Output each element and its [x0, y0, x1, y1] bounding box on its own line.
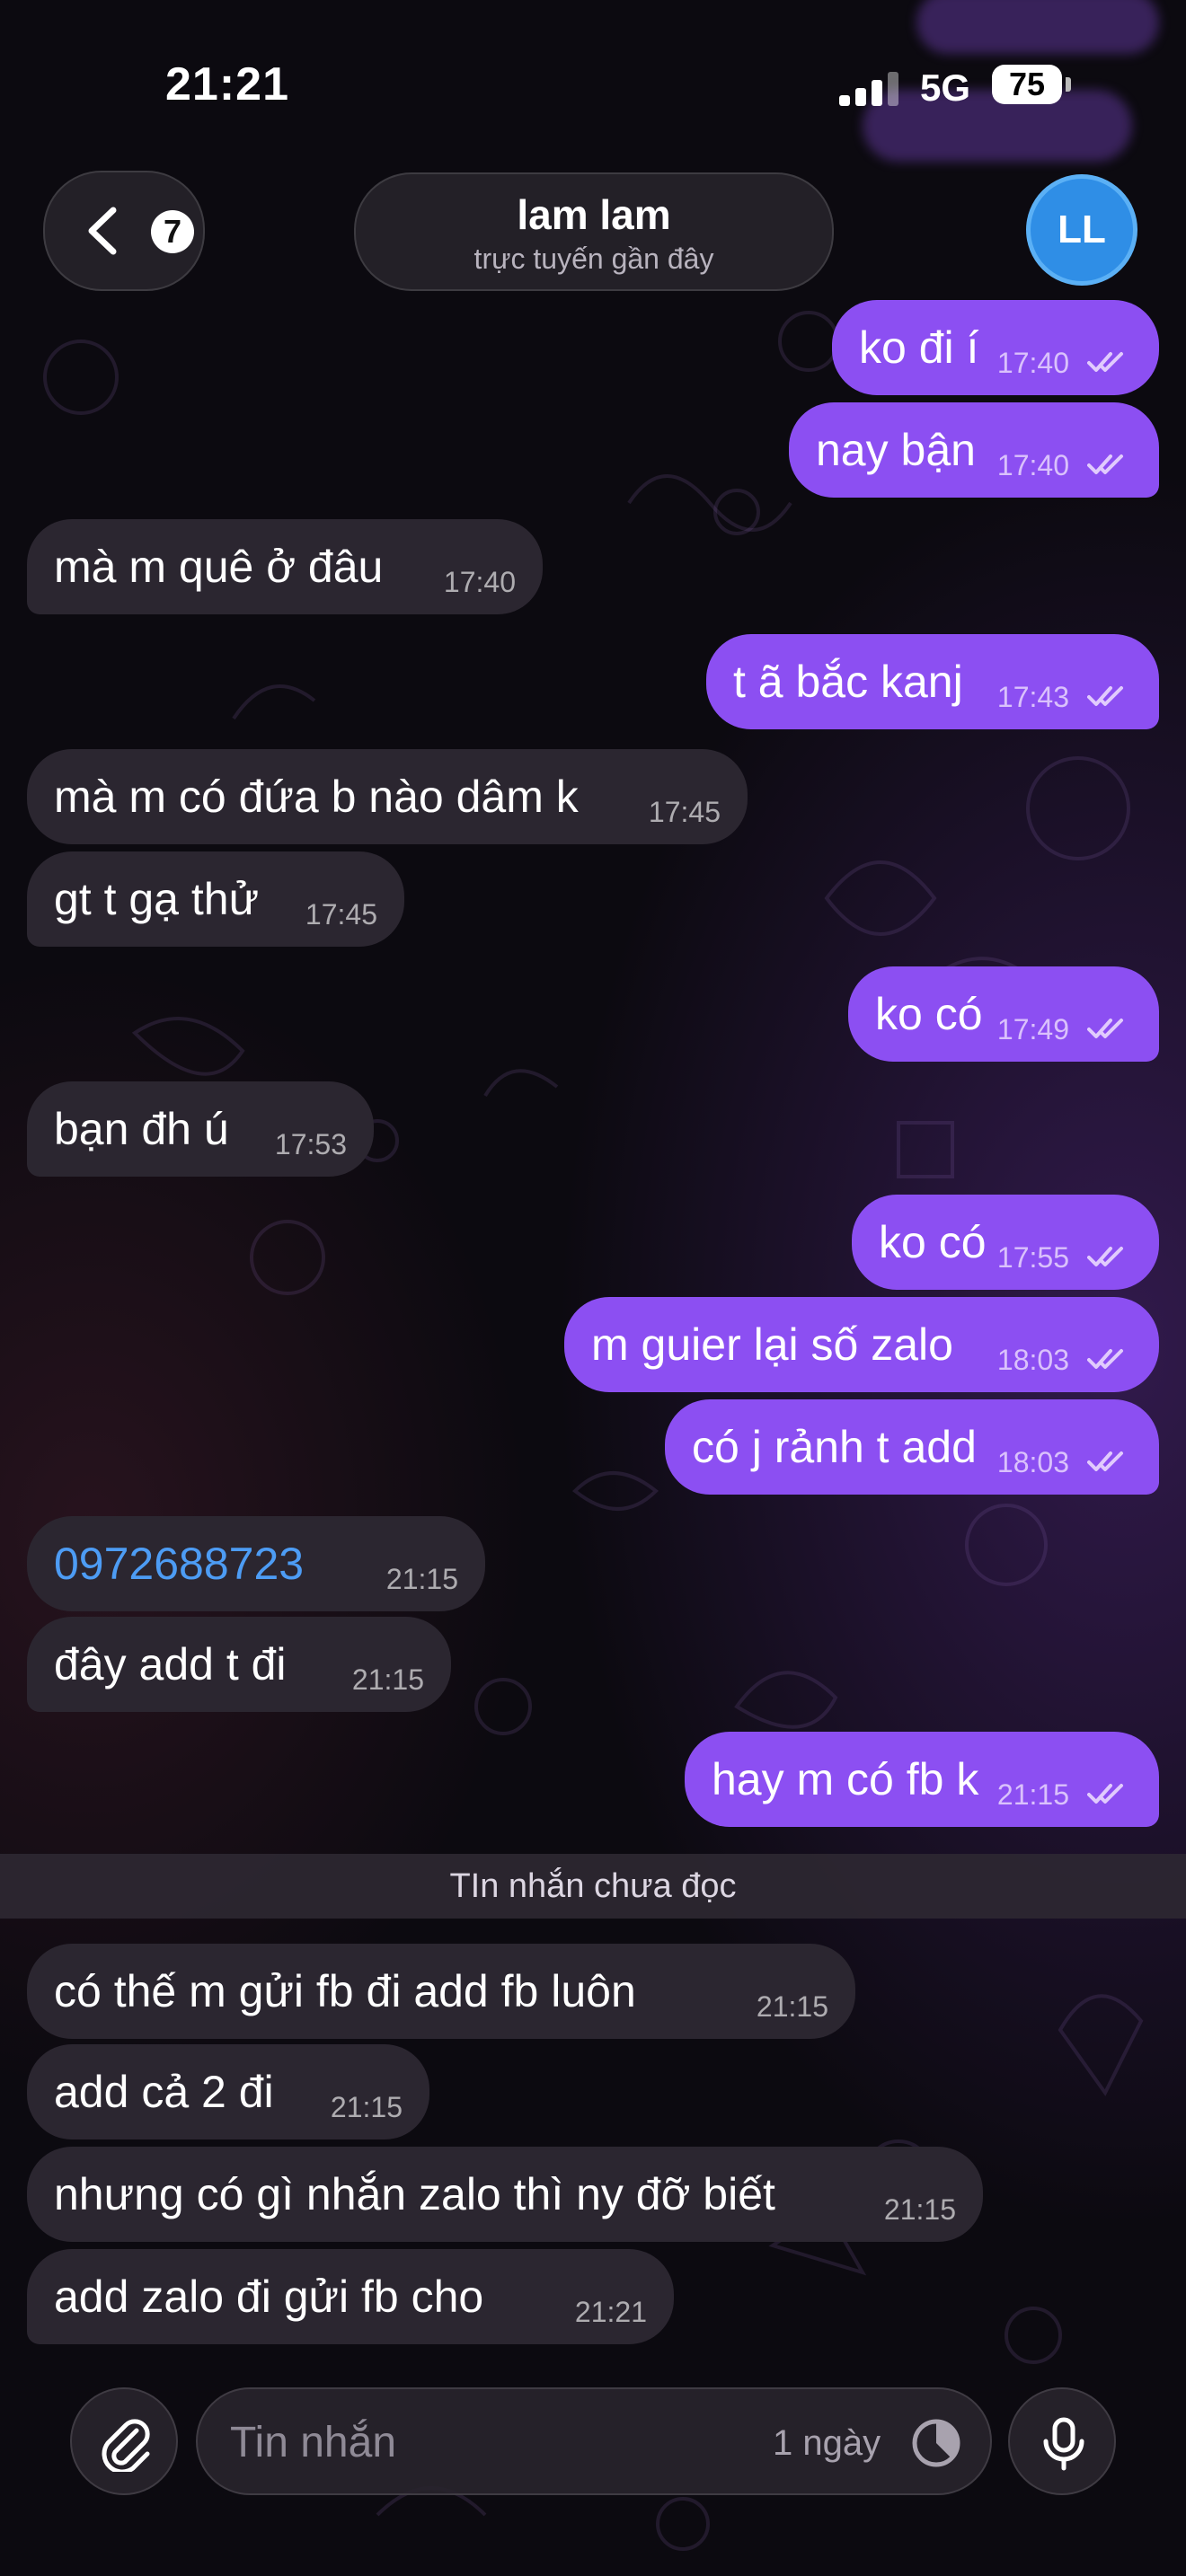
incoming-message[interactable]: gt t gạ thử 17:45: [27, 851, 404, 947]
message-text: nay bận: [816, 425, 976, 475]
battery-tip: [1066, 77, 1071, 92]
message-time: 21:15: [883, 2193, 956, 2226]
message-time: 21:15: [385, 1563, 458, 1595]
paperclip-icon: [102, 2419, 150, 2472]
message-text: mà m quê ở đâu: [54, 542, 384, 592]
timer-icon[interactable]: [907, 2414, 965, 2472]
double-check-icon: [1087, 1349, 1123, 1369]
incoming-message[interactable]: bạn đh ú 17:53: [27, 1081, 374, 1177]
battery-icon: 75: [992, 65, 1062, 104]
message-text: bạn đh ú: [54, 1104, 229, 1154]
message-text: add cả 2 đi: [54, 2067, 274, 2117]
outgoing-message[interactable]: hay m có fb k 21:15: [685, 1732, 1159, 1827]
outgoing-message[interactable]: ko có 17:55: [852, 1195, 1159, 1290]
clock: 21:21: [165, 58, 289, 110]
phone-number-link[interactable]: 0972688723: [54, 1538, 304, 1590]
incoming-message[interactable]: mà m có đứa b nào dâm k 17:45: [27, 749, 748, 844]
message-time: 21:15: [756, 1990, 828, 2023]
chevron-left-icon: [88, 207, 117, 255]
message-text: m guier lại số zalo: [591, 1319, 953, 1370]
contact-status: trực tuyến gần đây: [474, 243, 714, 275]
microphone-icon: [1043, 2417, 1084, 2471]
outgoing-message[interactable]: có j rảnh t add 18:03: [665, 1399, 1159, 1495]
message-time: 17:55: [996, 1241, 1069, 1274]
message-time: 21:15: [996, 1778, 1069, 1811]
message-time: 21:15: [330, 2091, 403, 2123]
incoming-message[interactable]: add zalo đi gửi fb cho 21:21: [27, 2249, 674, 2344]
self-destruct-timer-label[interactable]: 1 ngày: [773, 2423, 881, 2464]
contact-name: lam lam: [517, 191, 671, 238]
incoming-message[interactable]: đây add t đi 21:15: [27, 1617, 451, 1712]
double-check-icon: [1087, 352, 1123, 372]
outgoing-message[interactable]: t ã bắc kanj 17:43: [706, 634, 1159, 729]
message-input[interactable]: [228, 2409, 663, 2475]
message-time: 21:21: [574, 2296, 647, 2328]
message-text: t ã bắc kanj: [733, 657, 963, 707]
network-type: 5G: [920, 66, 971, 109]
message-time: 17:49: [996, 1013, 1069, 1045]
status-bar: 21:21 5G 75: [0, 0, 1186, 171]
unread-count-badge: 7: [151, 210, 194, 253]
message-text: hay m có fb k: [712, 1754, 979, 1804]
message-text: có thế m gửi fb đi add fb luôn: [54, 1966, 636, 2016]
message-time: 21:15: [351, 1663, 424, 1696]
message-text: gt t gạ thử: [54, 874, 260, 924]
message-text: ko có: [879, 1217, 987, 1267]
incoming-message[interactable]: có thế m gửi fb đi add fb luôn 21:15: [27, 1944, 855, 2039]
outgoing-message[interactable]: m guier lại số zalo 18:03: [564, 1297, 1159, 1392]
message-time: 17:40: [443, 566, 516, 598]
message-text: ko có: [875, 989, 983, 1039]
message-time: 17:43: [996, 681, 1069, 713]
outgoing-message[interactable]: ko đi í 17:40: [832, 300, 1159, 395]
double-check-icon: [1087, 454, 1123, 474]
signal-icon: [839, 70, 902, 106]
incoming-message[interactable]: add cả 2 đi 21:15: [27, 2044, 429, 2139]
outgoing-message[interactable]: ko có 17:49: [848, 966, 1159, 1062]
double-check-icon: [1087, 1247, 1123, 1266]
attach-button[interactable]: [70, 2387, 178, 2495]
back-button[interactable]: 7: [43, 171, 205, 291]
message-time: 18:03: [996, 1344, 1069, 1376]
message-text: add zalo đi gửi fb cho: [54, 2272, 484, 2322]
message-time: 17:40: [996, 449, 1069, 481]
double-check-icon: [1087, 686, 1123, 706]
microphone-button[interactable]: [1008, 2387, 1116, 2495]
incoming-message[interactable]: nhưng có gì nhắn zalo thì ny đỡ biết 21:1…: [27, 2147, 983, 2242]
message-text: có j rảnh t add: [692, 1422, 977, 1472]
chat-title[interactable]: lam lam trực tuyến gần đây: [354, 172, 834, 291]
message-text: nhưng có gì nhắn zalo thì ny đỡ biết: [54, 2169, 775, 2219]
message-input-bar[interactable]: 1 ngày: [196, 2387, 992, 2495]
unread-divider: TIn nhắn chưa đọc: [0, 1854, 1186, 1919]
message-text: ko đi í: [859, 322, 979, 373]
message-time: 18:03: [996, 1446, 1069, 1478]
outgoing-message[interactable]: nay bận 17:40: [789, 402, 1159, 498]
message-time: 17:45: [648, 796, 721, 828]
incoming-message[interactable]: mà m quê ở đâu 17:40: [27, 519, 543, 614]
avatar[interactable]: LL: [1026, 174, 1137, 286]
message-time: 17:45: [305, 898, 377, 931]
double-check-icon: [1087, 1784, 1123, 1804]
message-time: 17:40: [996, 347, 1069, 379]
message-time: 17:53: [274, 1128, 347, 1160]
double-check-icon: [1087, 1451, 1123, 1471]
message-text: mà m có đứa b nào dâm k: [54, 772, 579, 822]
incoming-message[interactable]: 0972688723 21:15: [27, 1516, 485, 1611]
double-check-icon: [1087, 1019, 1123, 1038]
message-text: đây add t đi: [54, 1639, 287, 1689]
